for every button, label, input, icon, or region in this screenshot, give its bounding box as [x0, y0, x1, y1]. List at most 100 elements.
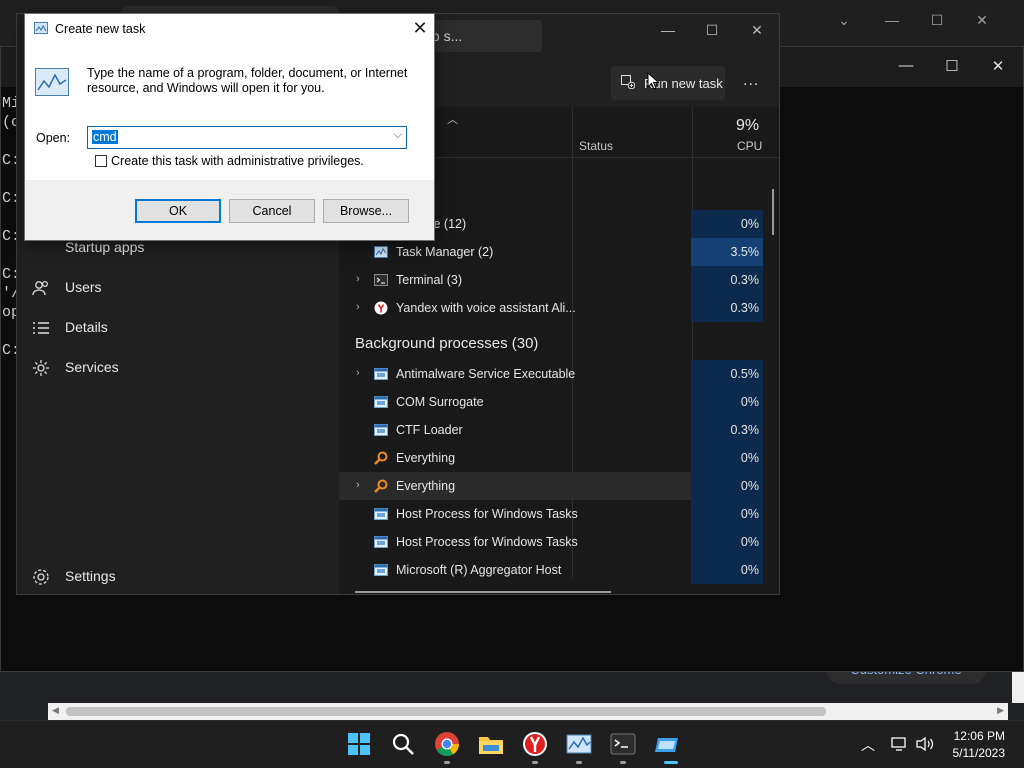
terminal-maximize-icon[interactable]: ☐: [937, 57, 967, 75]
nav-settings-label: Settings: [65, 568, 116, 584]
dialog-description: Type the name of a program, folder, docu…: [87, 66, 408, 95]
vertical-scrollbar-thumb[interactable]: [772, 189, 774, 235]
open-command-field[interactable]: cmd ⌵: [87, 126, 407, 149]
process-name: Everything: [396, 451, 456, 465]
cpu-cell: 0%: [691, 556, 763, 584]
admin-privileges-checkbox[interactable]: [95, 155, 107, 167]
process-name: COM Surrogate: [396, 395, 484, 409]
column-header-cpu[interactable]: CPU: [737, 139, 762, 153]
process-row[interactable]: CTF Loader 0.3%: [339, 416, 763, 444]
run-new-task-icon: [621, 75, 635, 89]
process-name: Host Process for Windows Tasks: [396, 507, 578, 521]
chevron-down-icon[interactable]: ⌵: [394, 129, 402, 142]
admin-privileges-label[interactable]: Create this task with administrative pri…: [111, 154, 364, 168]
cpu-value: 0%: [740, 217, 759, 231]
expand-chevron-icon[interactable]: ›: [356, 273, 360, 285]
process-row[interactable]: COM Surrogate 0%: [339, 388, 763, 416]
service-icon: [374, 424, 388, 436]
expand-chevron-icon[interactable]: ›: [356, 301, 360, 313]
scrollbar-thumb[interactable]: [66, 707, 826, 716]
cancel-button[interactable]: Cancel: [229, 199, 315, 223]
chrome-tab-search-icon[interactable]: ⌄: [832, 12, 856, 29]
services-icon: [33, 360, 49, 376]
process-row[interactable]: › Antimalware Service Executable 0.5%: [339, 360, 763, 388]
process-row[interactable]: › Yandex with voice assistant Ali... 0.3%: [339, 294, 763, 322]
process-name: CTF Loader: [396, 423, 463, 437]
process-row[interactable]: Host Process for Windows Tasks 0%: [339, 500, 763, 528]
running-indicator: [620, 761, 626, 764]
cpu-cell: 3.5%: [691, 238, 763, 266]
terminal-minimize-icon[interactable]: —: [891, 57, 921, 74]
dialog-titlebar: Create new task ✕: [25, 14, 434, 44]
network-icon[interactable]: [891, 736, 909, 752]
process-name: Everything: [396, 479, 456, 493]
open-command-value: cmd: [92, 130, 118, 144]
cpu-value: 0%: [740, 479, 759, 493]
process-row[interactable]: › Terminal (3) 0.3%: [339, 266, 763, 294]
service-icon: [374, 368, 388, 380]
taskbar: ︿ 12:06 PM 5/11/2023: [0, 720, 1024, 768]
cpu-value: 0%: [740, 563, 759, 577]
nav-startup-apps-label: Startup apps: [65, 239, 145, 255]
service-icon: [374, 508, 388, 520]
chrome-maximize-icon[interactable]: ☐: [925, 12, 949, 29]
process-row[interactable]: Task Manager (2) 3.5%: [339, 238, 763, 266]
chrome-close-icon[interactable]: ✕: [970, 12, 994, 29]
ok-button[interactable]: OK: [135, 199, 221, 223]
task-manager-icon[interactable]: [565, 730, 593, 758]
expand-chevron-icon[interactable]: ›: [356, 479, 360, 491]
chrome-horizontal-scrollbar[interactable]: ◀ ▶: [48, 703, 1008, 720]
cpu-value: 0.3%: [730, 301, 760, 315]
process-row[interactable]: Everything 0%: [339, 444, 763, 472]
users-icon: [32, 280, 49, 296]
task-manager-icon: [374, 246, 388, 258]
nav-settings[interactable]: Settings: [31, 559, 331, 595]
browse-button[interactable]: Browse...: [323, 199, 409, 223]
cpu-cell: 0.5%: [691, 360, 763, 388]
maximize-icon[interactable]: ☐: [697, 22, 727, 39]
chrome-icon[interactable]: [433, 730, 461, 758]
process-name: Host Process for Windows Tasks: [396, 535, 578, 549]
cancel-label: Cancel: [252, 204, 292, 218]
file-explorer-icon[interactable]: [477, 730, 505, 758]
clock-date[interactable]: 5/11/2023: [945, 746, 1006, 760]
expand-chevron-icon[interactable]: ›: [356, 367, 360, 379]
nav-users[interactable]: Users: [31, 270, 331, 306]
terminal-close-icon[interactable]: ✕: [983, 57, 1013, 75]
minimize-icon[interactable]: —: [653, 22, 683, 38]
cpu-cell: 0.3%: [691, 266, 763, 294]
scroll-right-icon[interactable]: ▶: [997, 705, 1004, 716]
more-options-icon[interactable]: ...: [743, 72, 759, 90]
yandex-icon[interactable]: [521, 730, 549, 758]
process-row[interactable]: › Everything 0%: [339, 472, 763, 500]
nav-services-label: Services: [65, 359, 119, 375]
show-hidden-icons-icon[interactable]: ︿: [861, 735, 875, 755]
cpu-cell: 0.3%: [691, 416, 763, 444]
run-dialog-icon: [34, 22, 48, 34]
chrome-minimize-icon[interactable]: —: [880, 12, 904, 28]
horizontal-scrollbar-thumb[interactable]: [355, 591, 611, 593]
cpu-value: 0.3%: [730, 423, 760, 437]
app-icon[interactable]: [653, 730, 681, 758]
cpu-value: 0%: [740, 395, 759, 409]
nav-details[interactable]: Details: [31, 310, 331, 346]
ok-label: OK: [168, 204, 188, 218]
close-icon[interactable]: ✕: [742, 22, 772, 39]
start-icon[interactable]: [345, 730, 373, 758]
details-icon: [33, 322, 49, 334]
scroll-left-icon[interactable]: ◀: [52, 705, 59, 716]
dialog-close-icon[interactable]: ✕: [409, 18, 431, 39]
process-row[interactable]: Microsoft (R) Aggregator Host 0%: [339, 556, 763, 584]
terminal-icon[interactable]: [609, 730, 637, 758]
dialog-title: Create new task: [55, 22, 146, 36]
process-row[interactable]: Host Process for Windows Tasks 0%: [339, 528, 763, 556]
running-indicator: [532, 761, 538, 764]
volume-icon[interactable]: [915, 736, 935, 752]
nav-services[interactable]: Services: [31, 350, 331, 386]
sort-ascending-icon[interactable]: ︿: [447, 111, 458, 127]
column-header-status[interactable]: Status: [579, 139, 613, 153]
cpu-value: 0%: [740, 535, 759, 549]
run-new-task-button[interactable]: Run new task: [611, 66, 725, 100]
search-icon[interactable]: [389, 730, 417, 758]
clock-time[interactable]: 12:06 PM: [945, 729, 1005, 743]
